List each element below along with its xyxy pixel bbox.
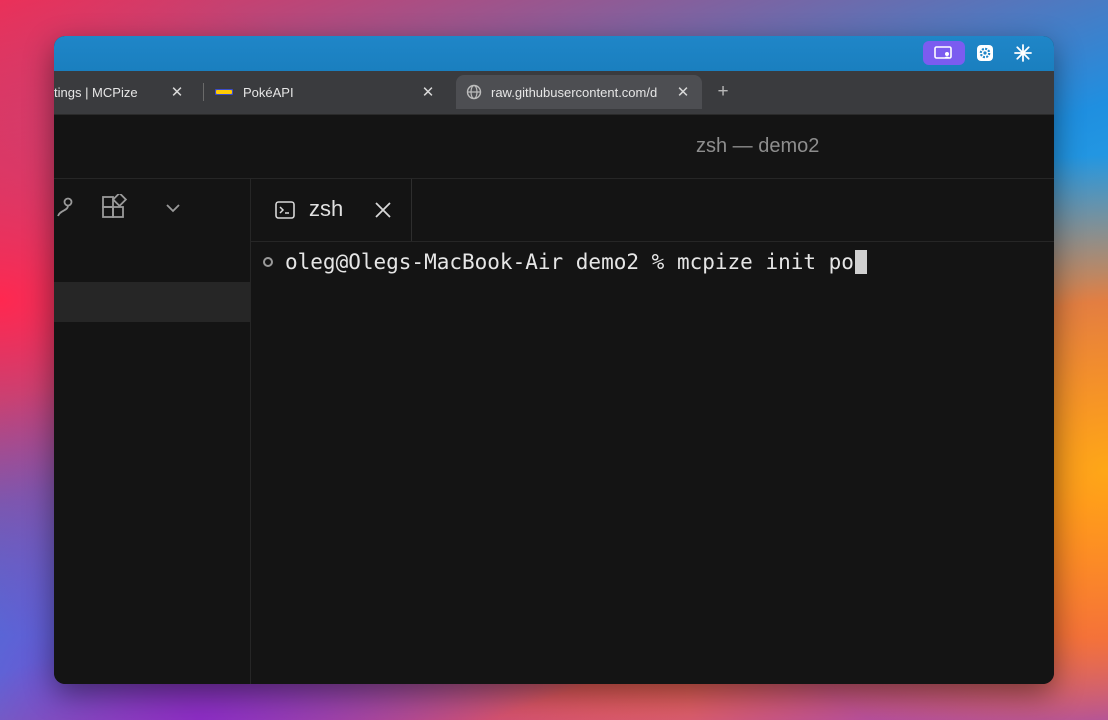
tab-title: raw.githubusercontent.com/d	[491, 84, 658, 100]
sidebar-selected-row[interactable]	[54, 282, 250, 322]
browser-tab-pokeapi[interactable]: PokéAPI ✕	[209, 75, 445, 109]
new-tab-button[interactable]: +	[710, 79, 736, 105]
close-icon[interactable]	[373, 200, 393, 220]
tab-zsh[interactable]: zsh	[251, 179, 412, 241]
browser-tab-mcpize[interactable]: tings | MCPize ✕	[54, 75, 200, 109]
close-icon[interactable]: ✕	[168, 83, 186, 101]
extensions-icon[interactable]	[99, 193, 129, 223]
terminal-icon	[275, 201, 295, 219]
close-icon[interactable]: ✕	[674, 83, 692, 101]
screen-share-icon[interactable]	[923, 41, 965, 65]
tab-label: zsh	[309, 196, 344, 221]
globe-icon	[466, 84, 482, 100]
tab-divider	[203, 83, 204, 101]
status-circle-icon	[263, 257, 273, 267]
command-text: mcpize init po	[676, 250, 854, 274]
source-control-icon[interactable]	[54, 193, 78, 223]
terminal-output[interactable]: oleg@Olegs-MacBook-Air demo2 % mcpize in…	[251, 242, 1054, 684]
window-title: zsh — demo2	[696, 135, 820, 157]
browser-tab-raw-github[interactable]: raw.githubusercontent.com/d ✕	[456, 75, 702, 109]
terminal-prompt-line: oleg@Olegs-MacBook-Air demo2 % mcpize in…	[263, 250, 867, 274]
menu-bar	[54, 36, 1054, 71]
prompt-text: oleg@Olegs-MacBook-Air demo2 %	[285, 250, 677, 274]
tab-title: tings | MCPize	[54, 84, 138, 100]
close-icon[interactable]: ✕	[419, 83, 437, 101]
desktop-wallpaper: tings | MCPize ✕ PokéAPI ✕ raw.githubuse…	[0, 0, 1108, 720]
sidebar	[54, 179, 251, 684]
sparkle-icon[interactable]	[1011, 41, 1035, 65]
chevron-down-icon[interactable]	[158, 193, 188, 223]
window-titlebar: zsh — demo2	[54, 115, 1054, 179]
app-window: tings | MCPize ✕ PokéAPI ✕ raw.githubuse…	[54, 36, 1054, 684]
gear-app-icon[interactable]	[973, 41, 997, 65]
tab-title: PokéAPI	[243, 84, 294, 100]
text-cursor	[854, 250, 867, 274]
pokeapi-logo-icon	[215, 87, 233, 97]
editor-tab-bar: zsh	[251, 179, 1054, 242]
browser-tab-bar: tings | MCPize ✕ PokéAPI ✕ raw.githubuse…	[54, 71, 1054, 115]
